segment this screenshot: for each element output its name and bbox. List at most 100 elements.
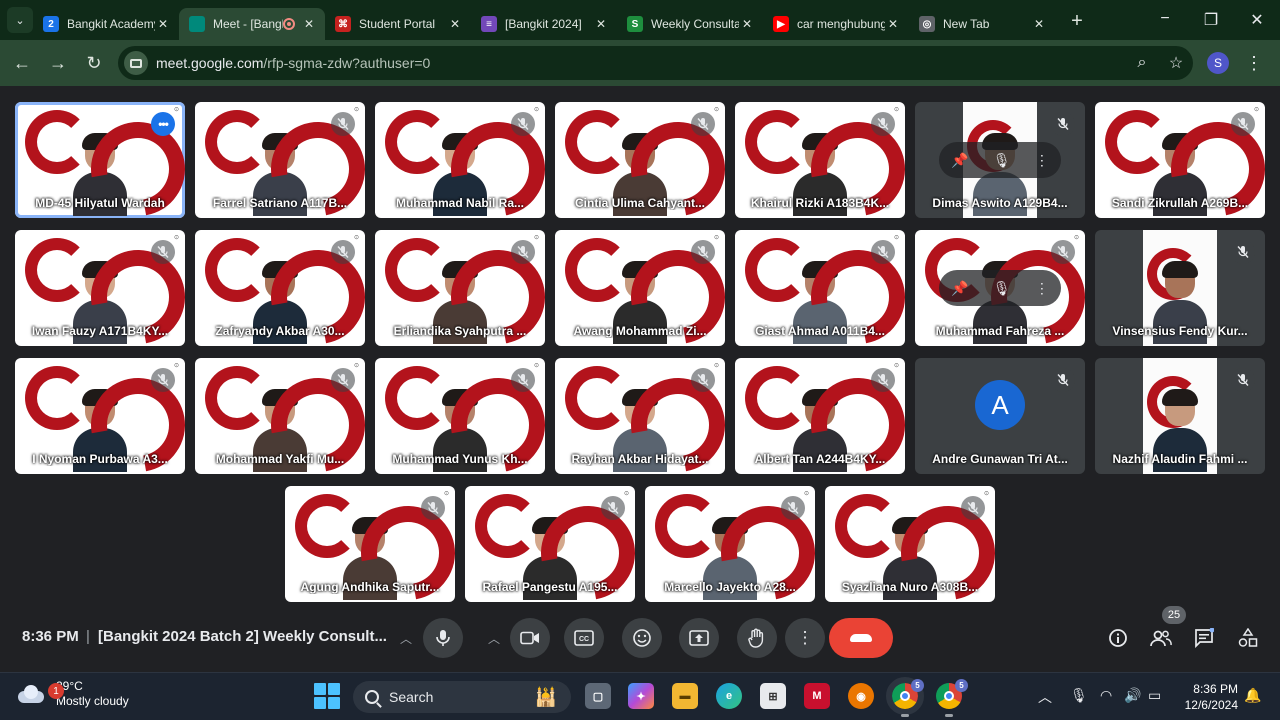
browser-tab[interactable]: ▶ car menghubungkan✕ bbox=[763, 8, 909, 40]
raise-hand-button[interactable] bbox=[737, 618, 777, 658]
pin-icon[interactable]: 📌 bbox=[951, 152, 968, 169]
new-tab-button[interactable]: + bbox=[1063, 10, 1091, 33]
browser-tab[interactable]: ◎ New Tab ✕ bbox=[909, 8, 1055, 40]
meeting-time: 8:36 PM bbox=[22, 628, 79, 645]
participant-tile[interactable]: ⊙ 📌 🎙 ⋮ Muhammad Fahreza ... bbox=[915, 230, 1085, 346]
mcafee-icon[interactable]: M bbox=[804, 683, 830, 709]
close-tab-icon[interactable]: ✕ bbox=[739, 17, 755, 31]
tab-search-button[interactable]: ⌄ bbox=[7, 7, 33, 33]
forward-button[interactable]: → bbox=[40, 53, 76, 74]
participant-tile[interactable]: ⊙ Awang Mohammad Zi... bbox=[555, 230, 725, 346]
browser-tab[interactable]: S Weekly Consultation✕ bbox=[617, 8, 763, 40]
participant-tile[interactable]: ⊙ Zafryandy Akbar A30... bbox=[195, 230, 365, 346]
close-tab-icon[interactable]: ✕ bbox=[1031, 17, 1047, 31]
browser-tab[interactable]: 2 Bangkit Academy ✕ bbox=[33, 8, 179, 40]
microsoft-store-icon[interactable]: ⊞ bbox=[760, 683, 786, 709]
file-explorer-icon[interactable]: ▬ bbox=[672, 683, 698, 709]
task-view-icon[interactable]: ▢ bbox=[585, 683, 611, 709]
participant-tile[interactable]: ⊙ Rafael Pangestu A195... bbox=[465, 486, 635, 602]
participant-tile[interactable]: A Andre Gunawan Tri At... bbox=[915, 358, 1085, 474]
participant-tile[interactable]: ⊙ Rayhan Akbar Hidayat... bbox=[555, 358, 725, 474]
participant-tile[interactable]: ⊙ ••• MD-45 Hilyatul Wardah bbox=[15, 102, 185, 218]
browser-tab[interactable]: ≡ [Bangkit 2024] ✕ bbox=[471, 8, 617, 40]
tile-more-options-icon[interactable]: ⋮ bbox=[1035, 152, 1049, 169]
participant-tile[interactable]: Nazhif Alaudin Fahmi ... bbox=[1095, 358, 1265, 474]
participant-tile[interactable]: ⊙ Erliandika Syahputra ... bbox=[375, 230, 545, 346]
close-tab-icon[interactable]: ✕ bbox=[301, 17, 317, 31]
system-clock[interactable]: 8:36 PM 12/6/2024 bbox=[1180, 681, 1238, 713]
participant-tile[interactable]: ⊙ Marcello Jayekto A28... bbox=[645, 486, 815, 602]
participant-tile[interactable]: ⊙ Khairul Rizki A183B4K... bbox=[735, 102, 905, 218]
leave-call-button[interactable] bbox=[829, 618, 893, 658]
participant-tile[interactable]: ⊙ Farrel Satriano A117B... bbox=[195, 102, 365, 218]
present-screen-button[interactable] bbox=[679, 618, 719, 658]
browser-tab[interactable]: ⌘ Student Portal ✕ bbox=[325, 8, 471, 40]
url-text[interactable]: meet.google.com/rfp-sgma-zdw?authuser=0 bbox=[156, 55, 1125, 71]
chat-icon[interactable] bbox=[1190, 624, 1218, 652]
participant-tile[interactable]: ⊙ Agung Andhika Saputr... bbox=[285, 486, 455, 602]
participant-name: Albert Tan A244B4KY... bbox=[754, 452, 886, 466]
edge-icon[interactable]: e bbox=[716, 683, 742, 709]
minimize-button[interactable]: − bbox=[1142, 10, 1188, 30]
volume-icon[interactable]: 🔊 bbox=[1124, 687, 1141, 704]
captions-button[interactable]: CC bbox=[564, 618, 604, 658]
tile-more-options-icon[interactable]: ⋮ bbox=[1035, 280, 1049, 297]
participant-tile[interactable]: Vinsensius Fendy Kur... bbox=[1095, 230, 1265, 346]
meeting-info-icon[interactable] bbox=[1104, 624, 1132, 652]
participant-tile[interactable]: ⊙ Mohammad Yakfi Mu... bbox=[195, 358, 365, 474]
participant-tile[interactable]: 📌 🎙 ⋮ Dimas Aswito A129B4... bbox=[915, 102, 1085, 218]
camera-button[interactable] bbox=[510, 618, 550, 658]
tab-title: Weekly Consultation bbox=[651, 17, 739, 31]
microphone-button[interactable] bbox=[423, 618, 463, 658]
tray-microphone-icon[interactable]: 🎙 bbox=[1070, 687, 1088, 704]
participant-tile[interactable]: ⊙ I Nyoman Purbawa A3... bbox=[15, 358, 185, 474]
video-options-chevron-icon[interactable]: ︿ bbox=[480, 618, 508, 658]
weather-widget[interactable]: 1 29°C Mostly cloudy bbox=[18, 679, 129, 709]
mute-participant-icon[interactable]: 🎙 bbox=[993, 152, 1011, 169]
participant-tile[interactable]: ⊙ Sandi Zikrullah A269B... bbox=[1095, 102, 1265, 218]
participant-tile[interactable]: ⊙ Giast Ahmad A011B4... bbox=[735, 230, 905, 346]
pin-icon[interactable]: 📌 bbox=[951, 280, 968, 297]
microphone-muted-icon bbox=[1231, 368, 1255, 392]
mute-participant-icon[interactable]: 🎙 bbox=[993, 280, 1011, 297]
people-icon[interactable] bbox=[1147, 624, 1175, 652]
profile-avatar[interactable]: S bbox=[1207, 52, 1229, 74]
microphone-muted-icon bbox=[961, 496, 985, 520]
more-options-icon[interactable]: ••• bbox=[151, 112, 175, 136]
participant-tile[interactable]: ⊙ Cintia Ulima Cahyant... bbox=[555, 102, 725, 218]
participant-tile[interactable]: ⊙ Iwan Fauzy A171B4KY... bbox=[15, 230, 185, 346]
notification-bell-icon[interactable]: 🔔 bbox=[1244, 687, 1261, 704]
copilot-icon[interactable]: ✦ bbox=[628, 683, 654, 709]
taskbar-search[interactable]: Search 🕌 bbox=[353, 681, 571, 713]
maximize-button[interactable]: ❐ bbox=[1188, 10, 1234, 30]
audio-options-chevron-icon[interactable]: ︿ bbox=[392, 618, 420, 658]
reactions-button[interactable] bbox=[622, 618, 662, 658]
show-hidden-icons-chevron-icon[interactable]: ︿ bbox=[1038, 687, 1052, 707]
close-tab-icon[interactable]: ✕ bbox=[447, 17, 463, 31]
participant-tile[interactable]: ⊙ Muhammad Nabil Ra... bbox=[375, 102, 545, 218]
microphone-muted-icon bbox=[1051, 240, 1075, 264]
site-info-icon[interactable] bbox=[124, 51, 148, 75]
close-window-button[interactable]: ✕ bbox=[1234, 10, 1280, 30]
windows-start-icon[interactable] bbox=[314, 683, 340, 709]
participant-tile[interactable]: ⊙ Syazliana Nuro A308B... bbox=[825, 486, 995, 602]
participant-tile[interactable]: ⊙ Albert Tan A244B4KY... bbox=[735, 358, 905, 474]
chrome-taskbar-icon-1[interactable]: 5 bbox=[886, 677, 924, 717]
browser-menu-button[interactable]: ⋮ bbox=[1237, 53, 1271, 74]
back-button[interactable]: ← bbox=[4, 53, 40, 74]
browser-tab[interactable]: Meet - [Bangkit] ✕ bbox=[179, 8, 325, 40]
wifi-icon[interactable]: ◠ bbox=[1100, 687, 1112, 704]
bookmark-star-icon[interactable]: ☆ bbox=[1159, 53, 1193, 73]
close-tab-icon[interactable]: ✕ bbox=[885, 17, 901, 31]
blender-icon[interactable]: ◉ bbox=[848, 683, 874, 709]
chrome-taskbar-icon-2[interactable]: 5 bbox=[936, 679, 968, 717]
close-tab-icon[interactable]: ✕ bbox=[155, 17, 171, 31]
battery-icon[interactable]: ▭ bbox=[1148, 687, 1161, 704]
more-options-button[interactable]: ⋮ bbox=[785, 618, 825, 658]
zoom-icon[interactable]: ⌕ bbox=[1125, 54, 1159, 72]
reload-button[interactable]: ↻ bbox=[76, 53, 112, 74]
activities-icon[interactable] bbox=[1234, 624, 1262, 652]
participant-tile[interactable]: ⊙ Muhammad Yunus Kh... bbox=[375, 358, 545, 474]
close-tab-icon[interactable]: ✕ bbox=[593, 17, 609, 31]
omnibox[interactable]: meet.google.com/rfp-sgma-zdw?authuser=0 … bbox=[118, 46, 1193, 80]
